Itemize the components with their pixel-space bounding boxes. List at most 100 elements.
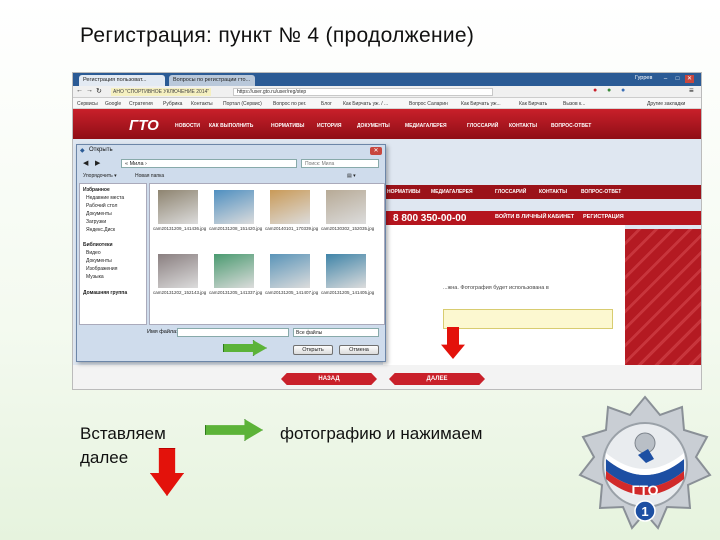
file-name: cam20131205_141407.jpg (265, 290, 319, 295)
file-thumbnail[interactable] (326, 190, 366, 224)
bookmark-item[interactable]: Другие закладки (647, 101, 685, 107)
caption-right: фотографию и нажимаем (280, 424, 483, 443)
site-header: ГТО НОВОСТИ КАК ВЫПОЛНИТЬ НОРМАТИВЫ ИСТО… (73, 109, 701, 139)
file-name: cam20131208_151420.jpg (209, 226, 263, 231)
bookmark-item[interactable]: Вопрос по рег. (273, 101, 306, 107)
dialog-cancel-button[interactable]: Отмена (339, 345, 379, 355)
photo-hint-text: ...жна. Фотография будет использована в (443, 285, 549, 291)
next-button[interactable]: ДАЛЕЕ (389, 373, 485, 385)
dialog-search-input[interactable]: Поиск: Мила (301, 159, 379, 168)
dialog-close-icon[interactable]: ✕ (370, 147, 382, 155)
file-name: cam20131205_141337.jpg (209, 290, 263, 295)
file-name: cam20131205_141405.jpg (321, 290, 375, 295)
extension-icon-3[interactable]: ● (621, 87, 625, 94)
file-name: cam20131202_152143.jpg (153, 290, 207, 295)
nav-documents[interactable]: ДОКУМЕНТЫ (357, 123, 390, 129)
tree-item[interactable]: Недавние места (86, 195, 124, 201)
maximize-icon[interactable]: □ (673, 75, 682, 83)
nav-faq[interactable]: ВОПРОС-ОТВЕТ (551, 123, 591, 129)
bookmark-item[interactable]: Портал (Сервис) (223, 101, 262, 107)
bookmark-item[interactable]: Стратегия (129, 101, 153, 107)
file-name: cam20140101_170339.jpg (265, 226, 319, 231)
filename-input[interactable] (177, 328, 289, 337)
organize-button[interactable]: Упорядочить ▾ (83, 173, 117, 179)
extension-icon-2[interactable]: ● (607, 87, 611, 94)
tree-item[interactable]: Видео (86, 250, 101, 256)
tree-item[interactable]: Загрузки (86, 219, 106, 225)
tab-registration[interactable]: Регистрация пользоват... (79, 75, 165, 86)
tree-item[interactable]: Рабочий стол (86, 203, 117, 209)
forward-icon[interactable]: → (86, 87, 93, 94)
photo-upload-field[interactable] (443, 309, 613, 329)
nav-media-2[interactable]: МЕДИАГАЛЕРЕЯ (431, 189, 473, 195)
tab-strip: Регистрация пользоват... Вопросы по реги… (73, 73, 701, 86)
tree-item[interactable]: Документы (86, 211, 112, 217)
tree-item-libraries[interactable]: Библиотеки (83, 242, 113, 248)
tree-item[interactable]: Яндекс.Диск (86, 227, 115, 233)
minimize-icon[interactable]: – (661, 75, 670, 83)
nav-contacts[interactable]: КОНТАКТЫ (509, 123, 537, 129)
file-thumbnail[interactable] (158, 190, 198, 224)
nav-glossary-2[interactable]: ГЛОССАРИЙ (495, 189, 526, 195)
slide-title: Регистрация: пункт № 4 (продолжение) (80, 24, 475, 47)
tree-item[interactable]: Документы (86, 258, 112, 264)
tree-item[interactable]: Музыка (86, 274, 104, 280)
close-icon[interactable]: ✕ (685, 75, 694, 83)
bookmark-item[interactable]: Как Бирчать уж... (461, 101, 501, 107)
back-icon[interactable]: ← (76, 87, 83, 94)
nav-how-to[interactable]: КАК ВЫПОЛНИТЬ (209, 123, 253, 129)
gto-logo[interactable]: ГТО (129, 117, 159, 134)
view-options-icon[interactable]: ▤ ▾ (347, 173, 356, 179)
menu-icon[interactable]: ≡ (689, 86, 694, 95)
bookmark-item[interactable]: Вызов к... (563, 101, 585, 107)
filetype-select[interactable]: Все файлы (293, 328, 379, 337)
dialog-path[interactable]: « Мила › (121, 159, 297, 168)
dialog-back-icon[interactable]: ◀ (83, 159, 88, 167)
nav-history[interactable]: ИСТОРИЯ (317, 123, 341, 129)
bookmark-item[interactable]: Рубрика (163, 101, 182, 107)
bookmark-item[interactable]: Вопрос Саларин (409, 101, 448, 107)
nav-media[interactable]: МЕДИАГАЛЕРЕЯ (405, 123, 447, 129)
file-thumbnail[interactable] (326, 254, 366, 288)
bookmark-item[interactable]: Сервисы (77, 101, 98, 107)
file-thumbnail[interactable] (214, 254, 254, 288)
nav-norms[interactable]: НОРМАТИВЫ (271, 123, 304, 129)
file-thumbnail[interactable] (270, 254, 310, 288)
user-badge: Гуррев (635, 75, 653, 81)
dialog-app-icon: ◆ (80, 148, 85, 154)
file-grid: cam20131209_141436.jpg cam20131208_15142… (149, 183, 385, 325)
url-input[interactable]: https://user.gto.ru/user/reg/step (233, 88, 493, 96)
new-folder-button[interactable]: Новая папка (135, 173, 164, 179)
nav-news[interactable]: НОВОСТИ (175, 123, 200, 129)
file-open-dialog: ◆ Открыть ✕ ◀ ▶ « Мила › Поиск: Мила Упо… (76, 144, 386, 362)
nav-norms-2[interactable]: НОРМАТИВЫ (387, 189, 420, 195)
file-thumbnail[interactable] (158, 254, 198, 288)
bookmark-item[interactable]: Контакты (191, 101, 213, 107)
tree-item-favorites[interactable]: Избранное (83, 187, 110, 193)
extension-icon[interactable]: ● (593, 87, 597, 94)
green-arrow-right-icon (205, 419, 263, 441)
bookmark-item[interactable]: Google (105, 101, 121, 107)
login-button[interactable]: ВОЙТИ В ЛИЧНЫЙ КАБИНЕТ (495, 214, 574, 220)
file-thumbnail[interactable] (214, 190, 254, 224)
site-identity: АНО "СПОРТИВНОЕ УКЛЮЧЕНИЕ 2014" (111, 88, 212, 96)
filename-label: Имя файла: (147, 329, 178, 335)
nav-contacts-2[interactable]: КОНТАКТЫ (539, 189, 567, 195)
tree-item[interactable]: Изображения (86, 266, 117, 272)
bookmark-item[interactable]: Как Бирчать (519, 101, 547, 107)
dialog-forward-icon[interactable]: ▶ (95, 159, 100, 167)
reload-icon[interactable]: ↻ (96, 87, 102, 95)
back-button[interactable]: НАЗАД (281, 373, 377, 385)
hotline-phone: 8 800 350-00-00 (393, 213, 467, 224)
bookmark-item[interactable]: Блог (321, 101, 332, 107)
tree-item-homegroup[interactable]: Домашняя группа (83, 290, 127, 296)
dialog-open-button[interactable]: Открыть (293, 345, 333, 355)
bookmark-item[interactable]: Как Бирчать уж. / ... (343, 101, 388, 107)
dialog-title: Открыть (89, 147, 113, 153)
register-button[interactable]: РЕГИСТРАЦИЯ (583, 214, 624, 220)
file-name: cam20130302_152035.jpg (321, 226, 375, 231)
tab-questions[interactable]: Вопросы по регистрации гто... (169, 75, 255, 86)
nav-faq-2[interactable]: ВОПРОС-ОТВЕТ (581, 189, 621, 195)
file-thumbnail[interactable] (270, 190, 310, 224)
nav-glossary[interactable]: ГЛОССАРИЙ (467, 123, 498, 129)
